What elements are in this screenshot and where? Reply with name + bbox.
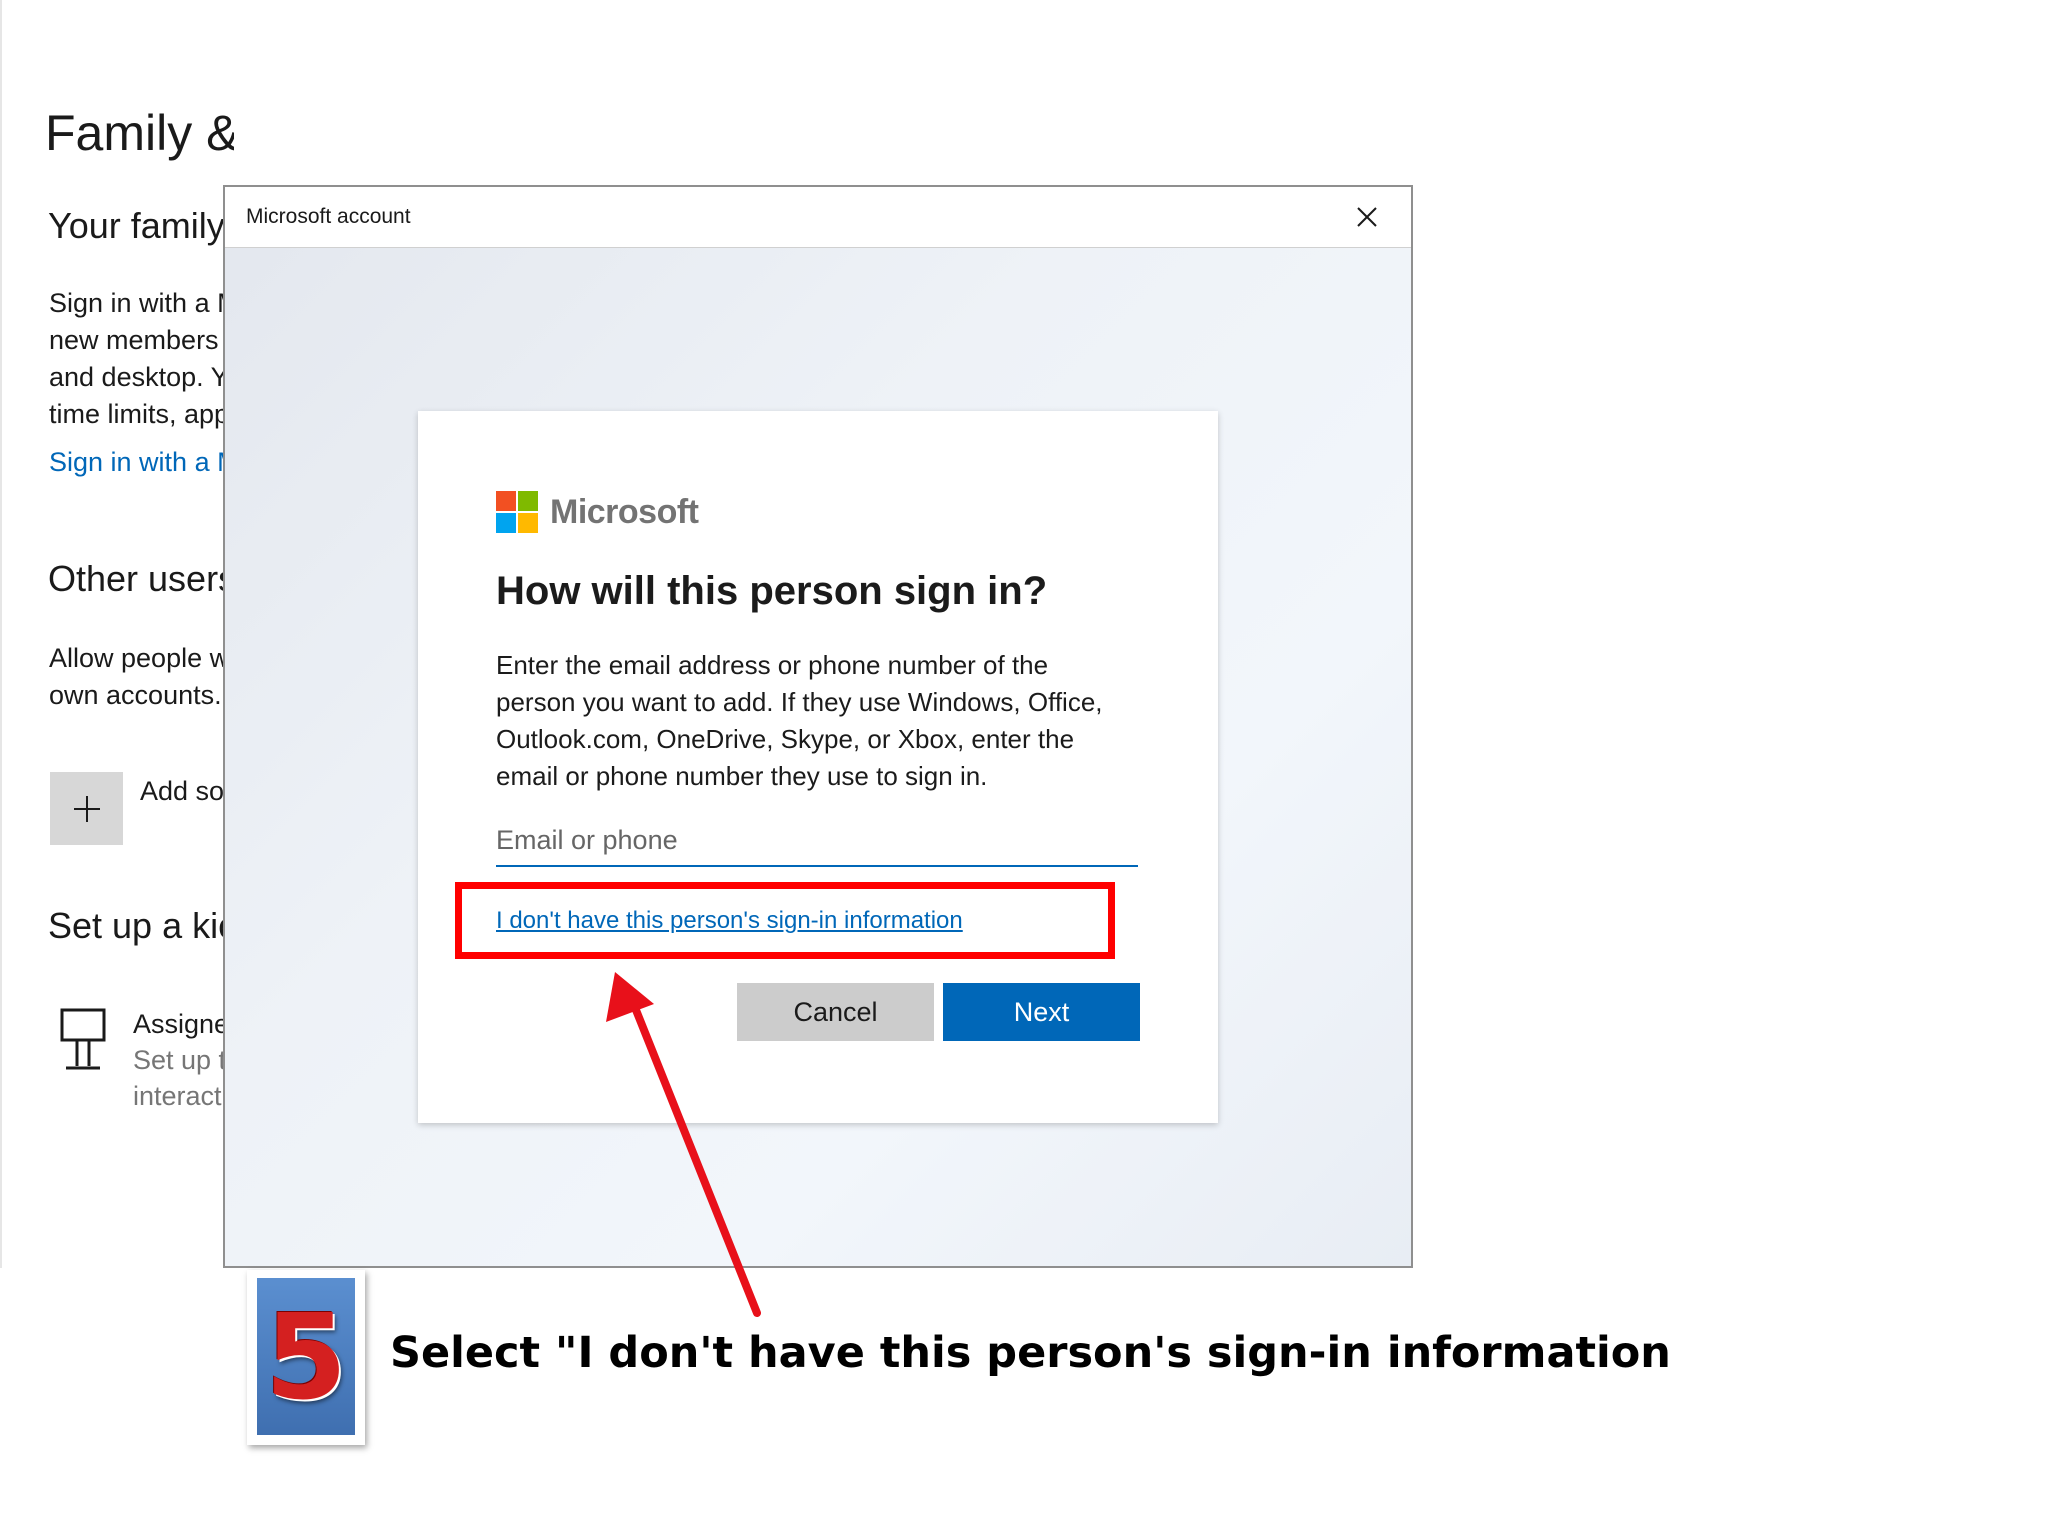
assigned-access-item[interactable]: Assigne Set up t interact <box>133 1006 229 1114</box>
kiosk-icon <box>60 1008 106 1070</box>
settings-page: Family & other users Your family Sign in… <box>0 0 234 1268</box>
microsoft-logo-icon <box>496 491 538 533</box>
other-users-heading: Other users <box>48 558 234 599</box>
kiosk-heading: Set up a kic <box>48 905 234 946</box>
cancel-button[interactable]: Cancel <box>737 983 934 1041</box>
email-or-phone-input[interactable] <box>496 815 1138 867</box>
tutorial-slide: Family & other users Your family Sign in… <box>0 0 2048 1536</box>
dialog-titlebar: Microsoft account <box>225 187 1411 248</box>
other-users-description: Allow people w own accounts. <box>49 643 230 710</box>
dialog-title: Microsoft account <box>246 205 411 228</box>
sign-in-heading: How will this person sign in? <box>496 569 1048 613</box>
next-button[interactable]: Next <box>943 983 1140 1041</box>
close-icon[interactable] <box>1351 201 1383 233</box>
sign-in-microsoft-link[interactable]: Sign in with a M <box>49 447 234 478</box>
page-title: Family & other users <box>45 105 234 161</box>
plus-icon <box>73 795 100 822</box>
step-badge: 5 <box>247 1270 365 1445</box>
step-number: 5 <box>264 1287 348 1426</box>
microsoft-logo: Microsoft <box>496 491 699 533</box>
add-someone-label[interactable]: Add so <box>140 776 224 807</box>
sign-in-card: Microsoft How will this person sign in? … <box>418 411 1218 1123</box>
your-family-description: Sign in with a M new members and desktop… <box>49 288 234 429</box>
microsoft-account-dialog: Microsoft account Microsoft How will thi… <box>223 185 1413 1268</box>
add-someone-button[interactable] <box>50 772 123 845</box>
sign-in-description: Enter the email address or phone number … <box>496 650 1103 791</box>
no-sign-in-info-link[interactable]: I don't have this person's sign-in infor… <box>496 907 963 935</box>
your-family-heading: Your family <box>48 205 225 246</box>
brand-name: Microsoft <box>550 492 699 531</box>
step-caption: Select "I don't have this person's sign-… <box>390 1328 1671 1378</box>
